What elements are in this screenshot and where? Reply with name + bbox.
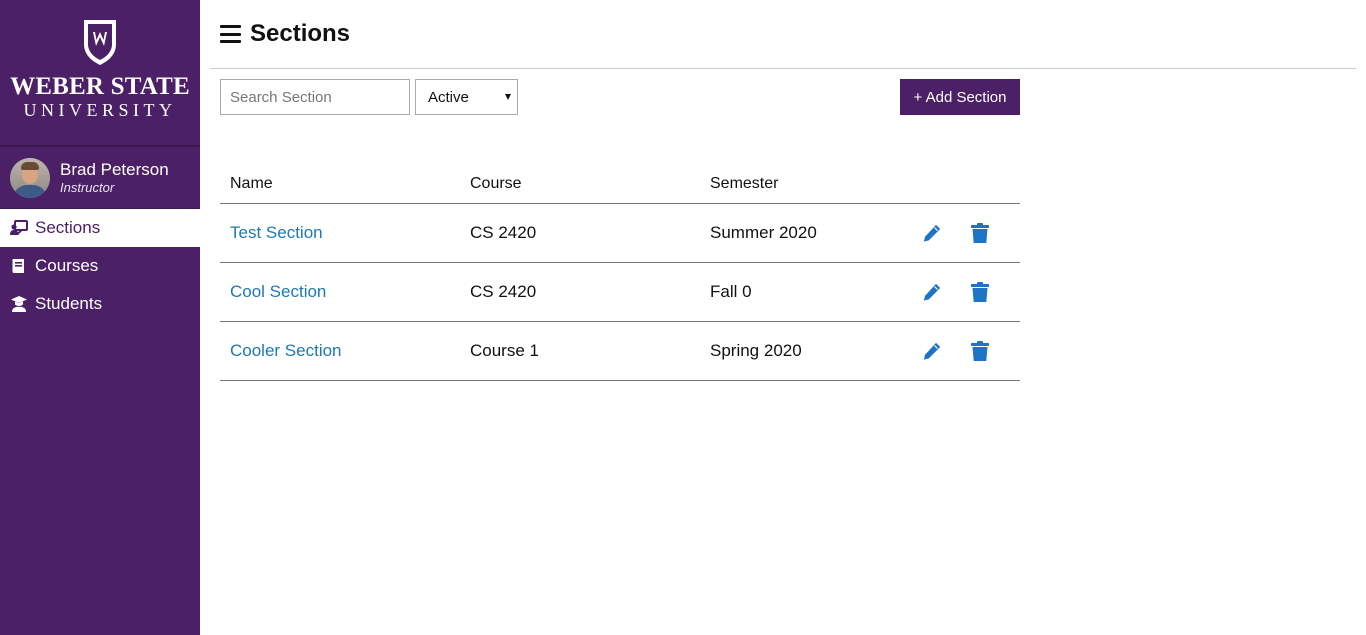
university-logo: WEBER STATE UNIVERSITY [0, 0, 200, 147]
trash-icon[interactable] [969, 281, 991, 303]
graduate-icon [10, 295, 28, 313]
table-header: Name Course Semester [220, 165, 1020, 204]
section-name-link[interactable]: Cooler Section [230, 341, 342, 360]
table-row: Test Section CS 2420 Summer 2020 [220, 204, 1020, 263]
column-header-name: Name [230, 175, 273, 192]
menu-toggle-icon[interactable] [220, 25, 241, 43]
column-header-semester: Semester [710, 175, 779, 192]
trash-icon[interactable] [969, 222, 991, 244]
semester-cell: Fall 0 [710, 282, 752, 301]
trash-icon[interactable] [969, 340, 991, 362]
user-name: Brad Peterson [60, 160, 169, 179]
edit-pencil-icon[interactable] [921, 340, 943, 362]
column-header-course: Course [470, 175, 522, 192]
edit-pencil-icon[interactable] [921, 222, 943, 244]
sidebar: WEBER STATE UNIVERSITY Brad Peterson Ins… [0, 0, 200, 635]
weber-shield-icon [84, 20, 116, 65]
logo-text-line1: WEBER STATE [10, 73, 190, 100]
user-profile: Brad Peterson Instructor [0, 147, 200, 209]
course-cell: CS 2420 [470, 282, 537, 301]
caret-down-icon [505, 94, 511, 100]
semester-cell: Spring 2020 [710, 341, 802, 360]
table-row: Cool Section CS 2420 Fall 0 [220, 263, 1020, 322]
sidebar-item-label: Sections [35, 218, 101, 237]
page-title: Sections [250, 20, 351, 47]
chalkboard-teacher-icon [10, 219, 28, 237]
sections-table: Name Course Semester Test Section CS 242… [220, 165, 1020, 381]
search-input[interactable] [220, 79, 410, 115]
status-filter-select[interactable]: Active [415, 79, 518, 115]
sidebar-item-sections[interactable]: Sections [0, 209, 200, 247]
semester-cell: Summer 2020 [710, 223, 817, 242]
course-cell: CS 2420 [470, 223, 537, 242]
course-cell: Course 1 [470, 341, 539, 360]
sidebar-item-students[interactable]: Students [0, 285, 200, 323]
sidebar-item-courses[interactable]: Courses [0, 247, 200, 285]
section-name-link[interactable]: Cool Section [230, 282, 326, 301]
page-header: Sections [210, 0, 1356, 69]
main-content: Sections Active + Add Section Name Cours… [200, 0, 1366, 635]
book-icon [10, 257, 28, 275]
section-name-link[interactable]: Test Section [230, 223, 323, 242]
sidebar-item-label: Students [35, 294, 103, 313]
edit-pencil-icon[interactable] [921, 281, 943, 303]
status-filter-value: Active [428, 88, 469, 106]
user-role: Instructor [60, 180, 115, 195]
logo-text-line2: UNIVERSITY [23, 100, 177, 120]
sidebar-item-label: Courses [35, 256, 99, 275]
avatar [10, 157, 50, 198]
toolbar: Active + Add Section [220, 79, 1020, 115]
table-row: Cooler Section Course 1 Spring 2020 [220, 322, 1020, 381]
add-section-button[interactable]: + Add Section [900, 79, 1020, 115]
